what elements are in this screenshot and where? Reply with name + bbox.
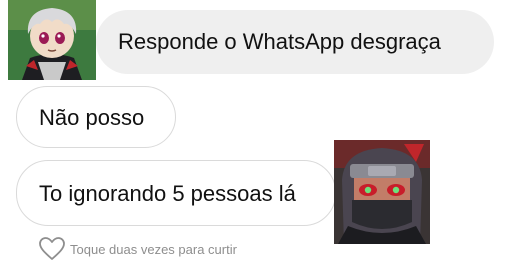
sent-message-bubble[interactable]: Não posso [16, 86, 176, 148]
message-text: Não posso [39, 105, 145, 130]
sent-message-bubble[interactable]: To ignorando 5 pessoas lá [16, 160, 336, 226]
received-message-bubble[interactable]: Responde o WhatsApp desgraça [96, 10, 494, 74]
like-hint-text: Toque duas vezes para curtir [70, 241, 237, 257]
heart-outline-icon[interactable] [38, 236, 66, 262]
anime-avatar-icon [8, 0, 96, 80]
sender-avatar[interactable] [8, 0, 96, 80]
message-text: To ignorando 5 pessoas lá [39, 181, 296, 206]
own-avatar[interactable] [334, 140, 430, 244]
double-tap-like-hint[interactable]: Toque duas vezes para curtir [38, 236, 237, 262]
message-text: Responde o WhatsApp desgraça [118, 29, 441, 54]
chat-thread: Responde o WhatsApp desgraça Não posso T… [0, 0, 506, 276]
anime-avatar-icon [334, 140, 430, 244]
